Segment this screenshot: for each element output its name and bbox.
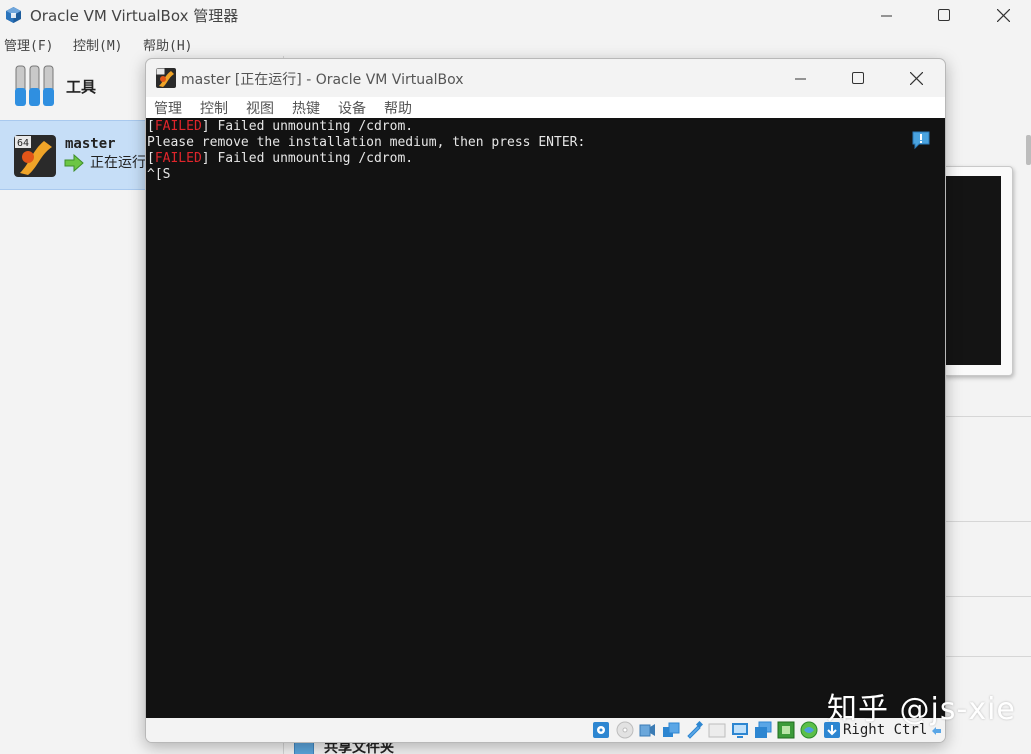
menu-file[interactable]: 管理(F) [4,35,53,54]
running-arrow-icon [64,153,84,173]
optical-drive-icon[interactable] [616,721,634,739]
vm-name: master [65,136,116,152]
vm-window-title: master [正在运行] - Oracle VM VirtualBox [181,72,464,88]
hard-disk-icon[interactable] [592,721,610,739]
vm-menu-help[interactable]: 帮助 [384,98,412,118]
failed-status: FAILED [154,119,202,134]
tools-icon [15,65,54,106]
shared-folders-icon[interactable] [708,721,726,739]
maximize-button[interactable] [921,0,967,30]
manager-menubar: 管理(F) 控制(M) 帮助(H) [0,30,290,56]
manager-titlebar: Oracle VM VirtualBox 管理器 [0,0,1031,30]
svg-text:64: 64 [17,138,29,149]
vm-minimize-button[interactable] [777,59,823,97]
minimize-icon [880,15,892,16]
vm-maximize-button[interactable] [835,59,881,97]
menu-help[interactable]: 帮助(H) [143,35,192,54]
details-scrollbar[interactable] [1026,135,1031,165]
virtualbox-logo-icon [6,7,21,23]
console-line: [FAILED] Failed unmounting /cdrom. [147,119,414,134]
console-line: ^[S [147,167,171,182]
guest-console[interactable]: [FAILED] Failed unmounting /cdrom. Pleas… [146,118,945,718]
details-divider [946,656,1031,657]
preview-screen [944,176,1001,365]
ubuntu-64-os-icon: 64 [14,135,56,177]
vm-close-button[interactable] [893,59,939,97]
close-icon [909,71,923,85]
maximize-icon [938,9,950,21]
console-line: [FAILED] Failed unmounting /cdrom. [147,151,414,166]
vm-menu-input[interactable]: 热键 [292,98,320,118]
tools-label: 工具 [66,78,97,96]
menu-machine[interactable]: 控制(M) [73,35,122,54]
close-button[interactable] [980,0,1026,30]
cpu-icon[interactable] [777,721,795,739]
mouse-integration-icon[interactable] [800,721,818,739]
message-notification-icon[interactable] [911,130,931,150]
preview-thumbnail [944,166,1013,376]
vm-statusbar: Right Ctrl [146,718,945,742]
vm-menubar: 管理 控制 视图 热键 设备 帮助 [146,97,945,118]
manager-title: Oracle VM VirtualBox 管理器 [30,7,239,25]
vm-console-window: master [正在运行] - Oracle VM VirtualBox 管理 … [145,58,946,743]
display-icon[interactable] [731,721,749,739]
vm-titlebar: master [正在运行] - Oracle VM VirtualBox [146,59,945,97]
watermark: 知乎 @js-xie [827,692,1016,727]
usb-icon[interactable] [685,721,703,739]
audio-icon[interactable] [639,721,657,739]
vm-menu-devices[interactable]: 设备 [338,98,366,118]
details-divider [946,521,1031,522]
ubuntu-vm-icon [156,68,176,88]
minimize-icon [794,78,806,79]
vm-state: 正在运行 [90,155,146,171]
minimize-button[interactable] [863,0,909,30]
vm-menu-view[interactable]: 视图 [246,98,274,118]
vm-menu-file[interactable]: 管理 [154,98,182,118]
console-line: Please remove the installation medium, t… [147,135,586,150]
details-divider [946,596,1031,597]
maximize-icon [852,72,864,84]
close-icon [996,8,1010,22]
failed-status: FAILED [154,151,202,166]
network-icon[interactable] [662,721,680,739]
recording-icon[interactable] [754,721,772,739]
details-divider [946,416,1031,417]
vm-menu-machine[interactable]: 控制 [200,98,228,118]
